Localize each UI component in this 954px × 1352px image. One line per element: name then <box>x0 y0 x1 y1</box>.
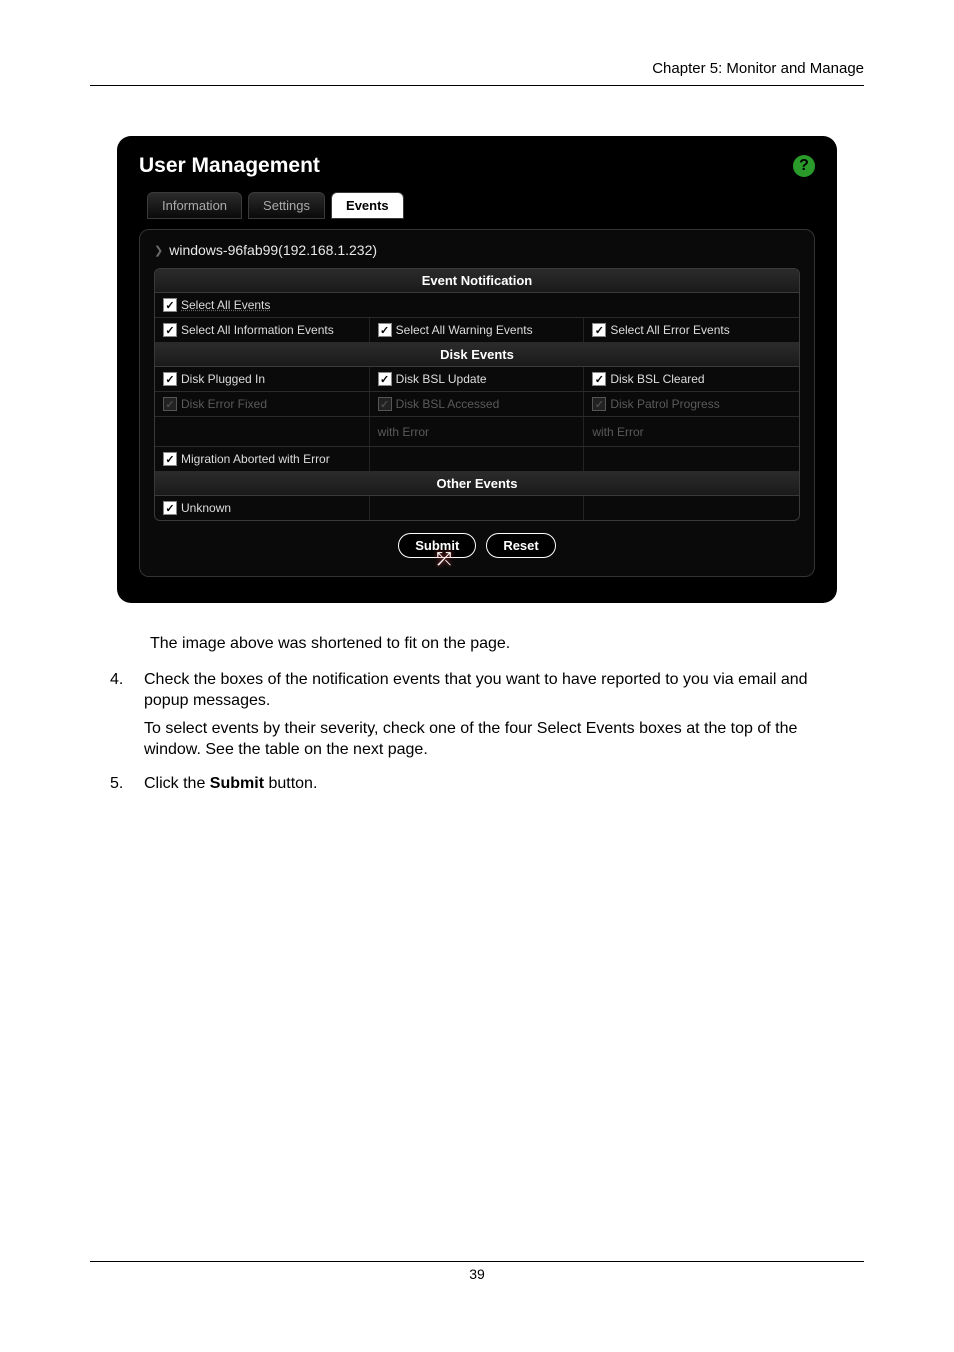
reset-button[interactable]: Reset <box>486 533 555 558</box>
disk-patrol-progress-label: Disk Patrol Progress <box>610 397 719 411</box>
unknown-label: Unknown <box>181 501 231 515</box>
host-label: windows-96fab99(192.168.1.232) <box>169 242 377 258</box>
with-error-a: with Error <box>370 417 585 446</box>
checkbox-disk-bsl-update[interactable]: ✓ <box>378 372 392 386</box>
disk-plugged-in-label: Disk Plugged In <box>181 372 265 386</box>
tab-settings[interactable]: Settings <box>248 192 325 219</box>
step-4-number: 4. <box>110 669 144 767</box>
checkbox-select-all-error[interactable]: ✓ <box>592 323 606 337</box>
tab-information[interactable]: Information <box>147 192 242 219</box>
blank-cell-d <box>370 496 585 520</box>
select-all-error-label: Select All Error Events <box>610 323 729 337</box>
chevron-down-icon[interactable]: ❯ <box>154 244 163 257</box>
tab-events[interactable]: Events <box>331 192 404 219</box>
with-error-b: with Error <box>584 417 799 446</box>
checkbox-migration-aborted[interactable]: ✓ <box>163 452 177 466</box>
select-all-information-row[interactable]: ✓ Select All Information Events <box>155 318 370 342</box>
checkbox-select-all-information[interactable]: ✓ <box>163 323 177 337</box>
header-rule <box>90 85 864 86</box>
unknown-row[interactable]: ✓ Unknown <box>155 496 370 520</box>
checkbox-disk-bsl-cleared[interactable]: ✓ <box>592 372 606 386</box>
step-5-text: Click the Submit button. <box>144 773 317 795</box>
checkbox-disk-plugged-in[interactable]: ✓ <box>163 372 177 386</box>
disk-bsl-accessed-label: Disk BSL Accessed <box>396 397 500 411</box>
cursor-icon: ⤱ <box>437 549 451 570</box>
disk-patrol-progress-row[interactable]: ✓ Disk Patrol Progress <box>584 392 799 416</box>
step-4-text-a: Check the boxes of the notification even… <box>144 669 844 712</box>
blank-cell-c <box>584 447 799 471</box>
page-header: Chapter 5: Monitor and Manage <box>90 60 864 77</box>
step-4-text-b: To select events by their severity, chec… <box>144 718 844 761</box>
page-footer: 39 <box>90 1261 864 1282</box>
disk-error-fixed-row[interactable]: ✓ Disk Error Fixed <box>155 392 370 416</box>
panel-title: User Management <box>139 154 320 178</box>
checkbox-disk-bsl-accessed[interactable]: ✓ <box>378 397 392 411</box>
checkbox-disk-error-fixed[interactable]: ✓ <box>163 397 177 411</box>
disk-bsl-update-row[interactable]: ✓ Disk BSL Update <box>370 367 585 391</box>
blank-cell-b <box>370 447 585 471</box>
checkbox-select-all-events[interactable]: ✓ <box>163 298 177 312</box>
help-icon[interactable]: ? <box>793 155 815 177</box>
section-event-notification: Event Notification <box>155 269 799 293</box>
select-all-information-label: Select All Information Events <box>181 323 334 337</box>
checkbox-disk-patrol-progress[interactable]: ✓ <box>592 397 606 411</box>
select-all-events-row[interactable]: ✓ Select All Events <box>155 293 799 317</box>
step-5-number: 5. <box>110 773 144 801</box>
blank-cell-e <box>584 496 799 520</box>
select-all-error-row[interactable]: ✓ Select All Error Events <box>584 318 799 342</box>
disk-error-fixed-label: Disk Error Fixed <box>181 397 267 411</box>
disk-plugged-in-row[interactable]: ✓ Disk Plugged In <box>155 367 370 391</box>
select-all-warning-label: Select All Warning Events <box>396 323 533 337</box>
screenshot-panel: User Management ? Information Settings E… <box>117 136 837 603</box>
checkbox-select-all-warning[interactable]: ✓ <box>378 323 392 337</box>
checkbox-unknown[interactable]: ✓ <box>163 501 177 515</box>
migration-aborted-label: Migration Aborted with Error <box>181 452 330 466</box>
disk-bsl-cleared-label: Disk BSL Cleared <box>610 372 704 386</box>
section-disk-events: Disk Events <box>155 343 799 367</box>
section-other-events: Other Events <box>155 472 799 496</box>
blank-cell-a <box>155 417 370 446</box>
disk-bsl-cleared-row[interactable]: ✓ Disk BSL Cleared <box>584 367 799 391</box>
select-all-warning-row[interactable]: ✓ Select All Warning Events <box>370 318 585 342</box>
disk-bsl-update-label: Disk BSL Update <box>396 372 487 386</box>
caption: The image above was shortened to fit on … <box>150 633 844 655</box>
select-all-events-label: Select All Events <box>181 298 270 312</box>
disk-bsl-accessed-row[interactable]: ✓ Disk BSL Accessed <box>370 392 585 416</box>
migration-aborted-row[interactable]: ✓ Migration Aborted with Error <box>155 447 370 471</box>
